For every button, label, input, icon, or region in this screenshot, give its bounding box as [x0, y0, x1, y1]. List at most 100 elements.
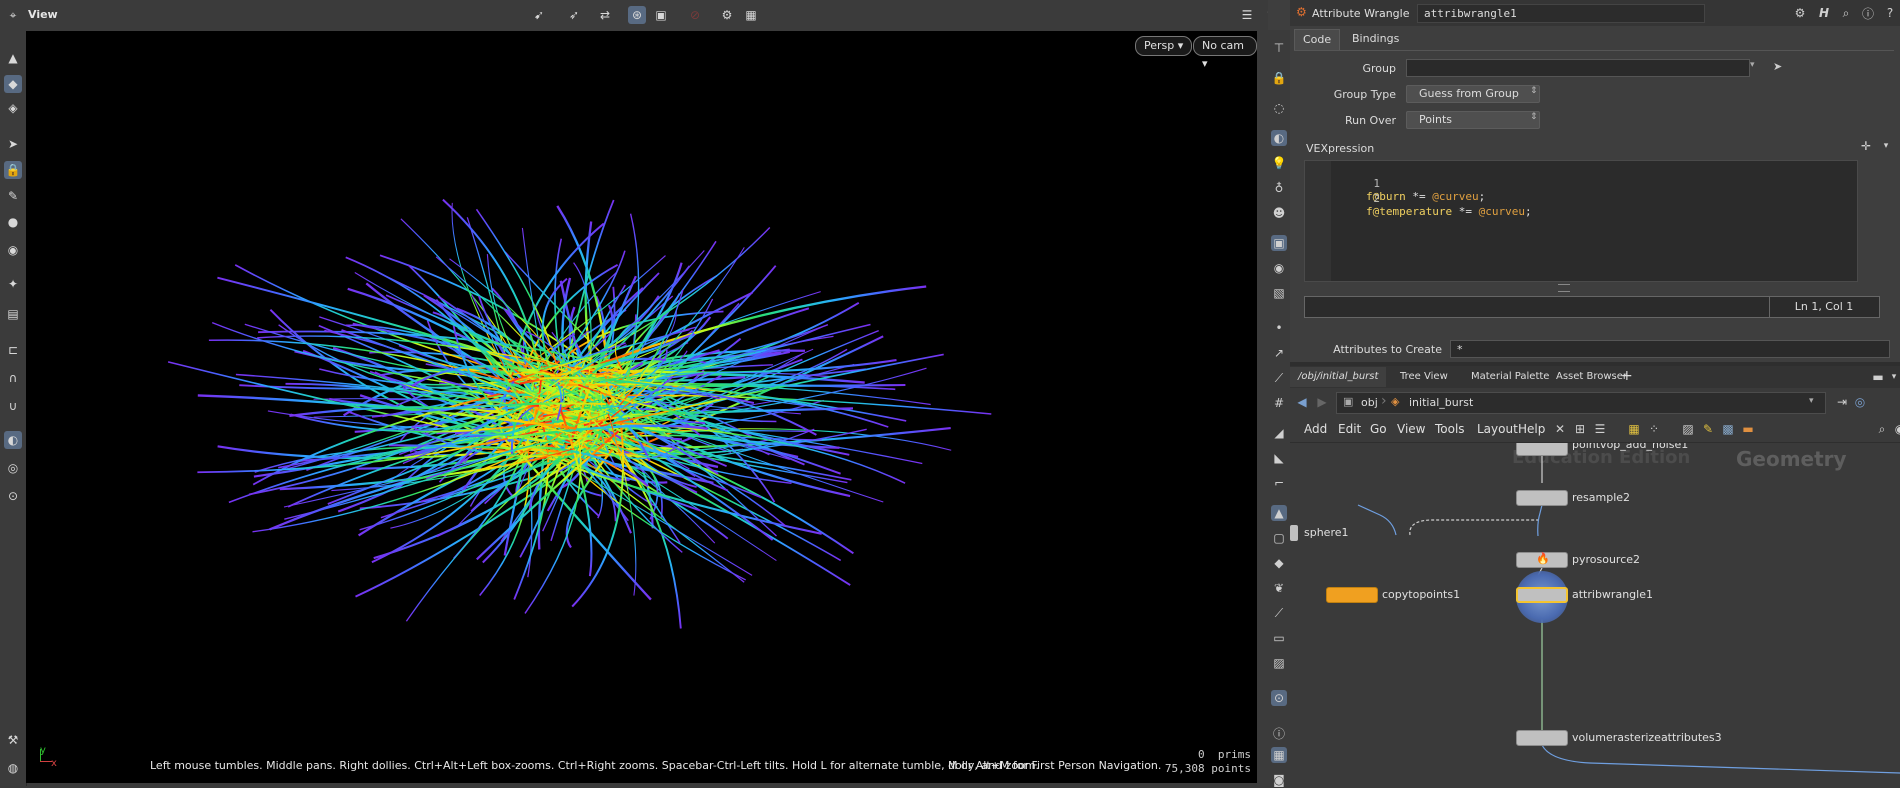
node-volumerasterize[interactable]: [1516, 730, 1568, 746]
image-icon[interactable]: ▨: [1680, 421, 1696, 437]
hammer-icon[interactable]: ⚒: [4, 731, 22, 749]
stop-icon[interactable]: ⊘: [686, 6, 704, 24]
node-copytopoints[interactable]: [1326, 587, 1378, 603]
normal-icon[interactable]: ↗: [1271, 345, 1287, 361]
pin-icon[interactable]: ⊤: [1271, 40, 1287, 56]
render-icon[interactable]: ⚙: [718, 6, 736, 24]
path-dropdown-icon[interactable]: ▾: [1809, 396, 1814, 406]
tab-network-path[interactable]: /obj/initial_burst: [1290, 367, 1387, 387]
edge-icon[interactable]: ⟋: [1271, 370, 1287, 386]
tree-icon[interactable]: ⊞: [1572, 421, 1588, 437]
brush-icon[interactable]: ✎: [4, 187, 22, 205]
transform-icon[interactable]: ⇄: [596, 6, 614, 24]
select-arrow-icon[interactable]: ➤: [1773, 60, 1782, 73]
camera-tool-icon[interactable]: ◐: [4, 431, 22, 449]
vex-menu-icon[interactable]: ▾: [1878, 138, 1894, 154]
network-canvas[interactable]: Education Edition Geometry Attribute VOP…: [1290, 443, 1900, 786]
note-icon[interactable]: ✎: [1700, 421, 1716, 437]
knife-icon[interactable]: ⟋: [1271, 605, 1287, 621]
flipbook-icon[interactable]: ▦: [742, 6, 760, 24]
layout-icon[interactable]: ▦: [1271, 747, 1287, 763]
leaf-icon[interactable]: ❦: [1271, 580, 1287, 596]
magnet-icon[interactable]: ∪: [4, 397, 22, 415]
back-arrow-icon[interactable]: ◀: [1294, 394, 1310, 410]
handle-icon[interactable]: ➶: [565, 6, 583, 24]
arrow-select-icon[interactable]: ➤: [4, 135, 22, 153]
add-tab-button[interactable]: +: [1621, 368, 1633, 384]
menu-layout[interactable]: Layout: [1477, 416, 1518, 442]
resize-handle[interactable]: [1558, 284, 1570, 292]
tab-code[interactable]: Code: [1294, 29, 1341, 50]
scatter-icon[interactable]: ✦: [4, 275, 22, 293]
network-eye-icon[interactable]: ◉: [1892, 421, 1900, 437]
scene-icon[interactable]: ▧: [1271, 285, 1287, 301]
render-region-icon[interactable]: ⊙: [4, 487, 22, 505]
menu-help[interactable]: Help: [1518, 416, 1545, 442]
vertex-icon[interactable]: ◣: [1271, 450, 1287, 466]
save-icon[interactable]: ▭: [1271, 630, 1287, 646]
viewport-3d[interactable]: Persp ▾ No cam ▾ y x Left mouse tumbles.…: [26, 31, 1257, 783]
pin-path-icon[interactable]: ⇥: [1834, 394, 1850, 410]
image-icon[interactable]: ▨: [1271, 655, 1287, 671]
tab-tree-view[interactable]: Tree View: [1392, 367, 1456, 387]
link-icon[interactable]: ◎: [1852, 394, 1868, 410]
search-icon[interactable]: ⌕: [1838, 5, 1854, 21]
path-current[interactable]: initial_burst: [1409, 396, 1473, 409]
snap-icon[interactable]: ⊛: [628, 6, 646, 24]
move-tool-icon[interactable]: ◈: [4, 99, 22, 117]
node-pointvop[interactable]: [1516, 443, 1568, 456]
select-tool-icon[interactable]: ◆: [4, 75, 22, 93]
persp-menu[interactable]: Persp ▾: [1135, 36, 1193, 56]
vex-presets-icon[interactable]: ✛: [1858, 138, 1874, 154]
magnet-curve-icon[interactable]: ∩: [4, 369, 22, 387]
view-tool-icon[interactable]: ▲: [4, 49, 22, 67]
eye-icon[interactable]: ◉: [1271, 260, 1287, 276]
node-attribwrangle[interactable]: [1516, 587, 1568, 603]
display-icon[interactable]: ▣: [652, 6, 670, 24]
point-icon[interactable]: •: [1271, 320, 1287, 336]
network-search-icon[interactable]: ⌕: [1874, 421, 1890, 437]
camera-menu[interactable]: No cam ▾: [1193, 36, 1257, 70]
list-icon[interactable]: ☰: [1592, 421, 1608, 437]
group-field[interactable]: [1406, 59, 1750, 77]
diamond-icon[interactable]: ◆: [1271, 555, 1287, 571]
info-node-icon[interactable]: ⓘ: [1860, 5, 1876, 21]
info-icon[interactable]: ⓘ: [1271, 725, 1287, 741]
marker-icon[interactable]: ⊙: [1271, 690, 1287, 706]
light-icon[interactable]: 💡: [1271, 155, 1287, 171]
houdini-icon[interactable]: H: [1816, 5, 1832, 21]
box-icon[interactable]: ▢: [1271, 530, 1287, 546]
code-editor[interactable]: 1 f@burn *= @curveu; 2 f@temperature *= …: [1304, 160, 1858, 282]
grid-dots-icon[interactable]: ⁘: [1646, 421, 1662, 437]
grid-view-icon[interactable]: ▲: [1271, 505, 1287, 521]
snap-vertex-icon[interactable]: ▤: [4, 305, 22, 323]
folder-icon[interactable]: ▬: [1740, 421, 1756, 437]
toolbar-options-icon[interactable]: ☰: [1238, 6, 1256, 24]
path-field[interactable]: ▣ obj › ◈ initial_burst ▾: [1336, 392, 1826, 414]
attrs-create-field[interactable]: *: [1450, 340, 1890, 358]
node-sphere[interactable]: [1290, 525, 1298, 541]
wrench-icon[interactable]: ✕: [1552, 421, 1568, 437]
paint-icon[interactable]: ●: [4, 213, 22, 231]
group-type-menu[interactable]: Guess from Group: [1406, 85, 1540, 103]
tab-bindings[interactable]: Bindings: [1344, 29, 1407, 49]
ghost-icon[interactable]: ◎: [4, 459, 22, 477]
lock-icon[interactable]: 🔒: [4, 161, 22, 179]
lock-view-icon[interactable]: 🔒: [1271, 70, 1287, 86]
number-icon[interactable]: #: [1271, 395, 1287, 411]
record-icon[interactable]: ◉: [4, 241, 22, 259]
ghost-display-icon[interactable]: ◌: [1271, 100, 1287, 116]
camera-display-icon[interactable]: ▣: [1271, 235, 1287, 251]
grid-icon[interactable]: ▦: [1626, 421, 1642, 437]
background-image-icon[interactable]: ▩: [1720, 421, 1736, 437]
forward-arrow-icon[interactable]: ▶: [1314, 394, 1330, 410]
bulb-icon[interactable]: ♁: [1271, 180, 1287, 196]
prim-icon[interactable]: ◢: [1271, 425, 1287, 441]
tab-material-palette[interactable]: Material Palette: [1463, 367, 1557, 387]
select-pose-icon[interactable]: ➹: [530, 6, 548, 24]
help-node-icon[interactable]: ?: [1882, 5, 1898, 21]
menu-view[interactable]: View: [1397, 416, 1425, 442]
viewer-menu-icon[interactable]: ⌖: [4, 6, 22, 24]
node-name-field[interactable]: attribwrangle1: [1417, 4, 1705, 23]
pane-layout-icon[interactable]: ▬: [1870, 369, 1886, 385]
